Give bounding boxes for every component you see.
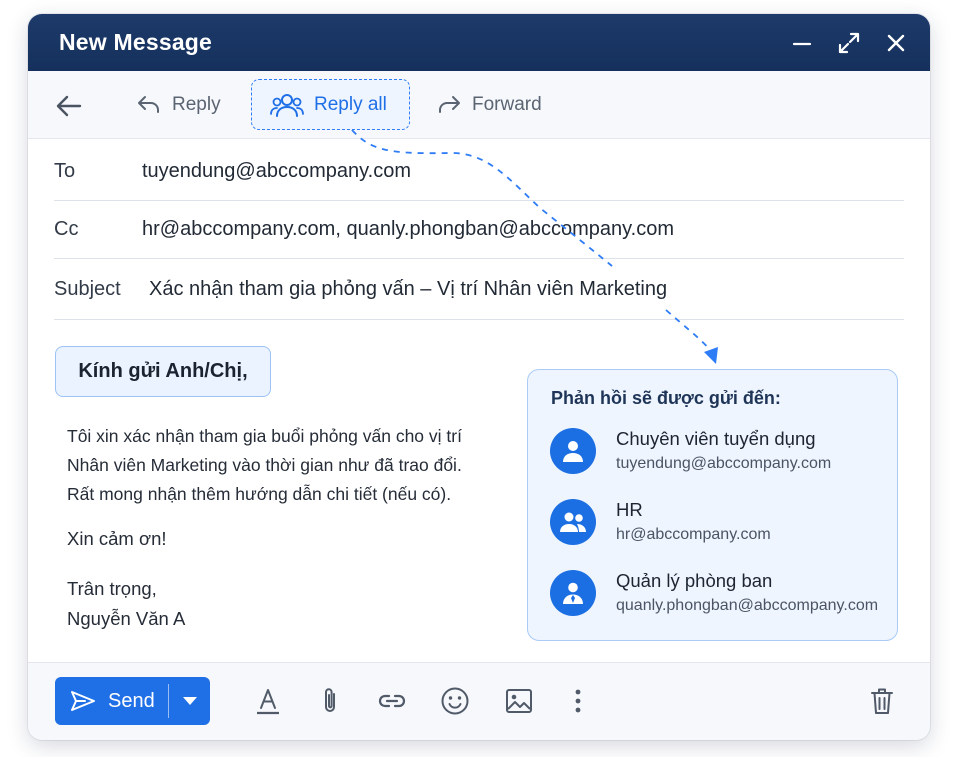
recipient-name: Quản lý phòng ban — [616, 570, 773, 591]
reply-all-button[interactable]: Reply all — [251, 79, 410, 130]
send-icon — [71, 691, 95, 711]
to-row[interactable]: To tuyendung@abccompany.com — [54, 143, 904, 201]
to-field[interactable]: tuyendung@abccompany.com — [142, 160, 411, 183]
compose-bottom-bar: Send — [28, 662, 930, 740]
window-controls — [785, 28, 912, 58]
recipient-item: Chuyên viên tuyển dụng tuyendung@abccomp… — [550, 428, 890, 478]
cc-label: Cc — [54, 218, 79, 240]
manager-icon — [550, 570, 596, 616]
body-line: Rất mong nhận thêm hướng dẫn chi tiết (n… — [67, 484, 452, 504]
link-icon[interactable] — [376, 685, 408, 717]
subject-label: Subject — [54, 277, 121, 300]
send-button[interactable]: Send — [55, 677, 168, 725]
group-icon — [550, 499, 596, 545]
reply-icon — [138, 96, 159, 113]
cc-row[interactable]: Cc hr@abccompany.com, quanly.phongban@ab… — [54, 201, 904, 259]
title-bar: New Message — [28, 14, 930, 71]
compose-window: New Message Reply Reply all Forward To t… — [28, 14, 930, 740]
users-icon — [270, 93, 304, 117]
subject-field[interactable]: Xác nhận tham gia phỏng vấn – Vị trí Nhâ… — [149, 278, 667, 301]
forward-button[interactable]: Forward — [436, 79, 542, 131]
body-line: Nhân viên Marketing vào thời gian như đã… — [67, 455, 462, 475]
expand-button[interactable] — [832, 28, 865, 58]
close-icon — [887, 34, 904, 52]
forward-label: Forward — [472, 94, 542, 115]
send-button-group: Send — [55, 677, 210, 725]
more-icon[interactable] — [562, 685, 594, 717]
recipient-item: Quản lý phòng ban quanly.phongban@abccom… — [550, 570, 890, 620]
window-title: New Message — [59, 29, 213, 55]
recipient-name: Chuyên viên tuyển dụng — [616, 428, 816, 449]
cc-field[interactable]: hr@abccompany.com, quanly.phongban@abcco… — [142, 218, 674, 241]
recipient-item: HR hr@abccompany.com — [550, 499, 890, 549]
forward-icon — [439, 96, 460, 113]
close-button[interactable] — [879, 28, 912, 58]
person-icon — [550, 428, 596, 474]
panel-title: Phản hồi sẽ được gửi đến: — [551, 388, 781, 408]
trash-icon[interactable] — [866, 685, 898, 717]
back-button[interactable] — [54, 92, 84, 120]
reply-label: Reply — [172, 94, 221, 115]
text-format-icon[interactable] — [252, 685, 284, 717]
greeting: Kính gửi Anh/Chị, — [55, 346, 271, 397]
back-arrow-icon — [56, 95, 82, 117]
expand-icon — [838, 32, 859, 54]
minimize-button[interactable] — [785, 28, 818, 58]
minimize-icon — [792, 42, 811, 46]
signature-text: Nguyễn Văn A — [67, 608, 186, 629]
closing-text: Trân trọng, — [67, 578, 157, 599]
reply-button[interactable]: Reply — [136, 79, 221, 131]
to-label: To — [54, 160, 76, 182]
recipient-email: hr@abccompany.com — [616, 526, 771, 543]
recipient-email: tuyendung@abccompany.com — [616, 455, 832, 472]
attach-icon[interactable] — [314, 685, 346, 717]
reply-toolbar: Reply Reply all Forward — [28, 71, 930, 139]
send-label: Send — [108, 689, 155, 712]
emoji-icon[interactable] — [439, 685, 471, 717]
image-icon[interactable] — [503, 685, 535, 717]
send-options-button[interactable] — [169, 677, 210, 725]
message-body[interactable]: Tôi xin xác nhận tham gia buổi phỏng vấn… — [67, 422, 462, 509]
recipient-email: quanly.phongban@abccompany.com — [616, 597, 879, 614]
body-line: Tôi xin xác nhận tham gia buổi phỏng vấn… — [67, 426, 462, 446]
reply-all-label: Reply all — [314, 93, 387, 115]
thanks-text: Xin cảm ơn! — [67, 528, 167, 549]
subject-row[interactable]: Subject Xác nhận tham gia phỏng vấn – Vị… — [54, 259, 904, 320]
recipient-name: HR — [616, 499, 643, 520]
recipients-panel: Phản hồi sẽ được gửi đến: Chuyên viên tu… — [527, 369, 898, 641]
chevron-down-icon — [182, 697, 197, 705]
